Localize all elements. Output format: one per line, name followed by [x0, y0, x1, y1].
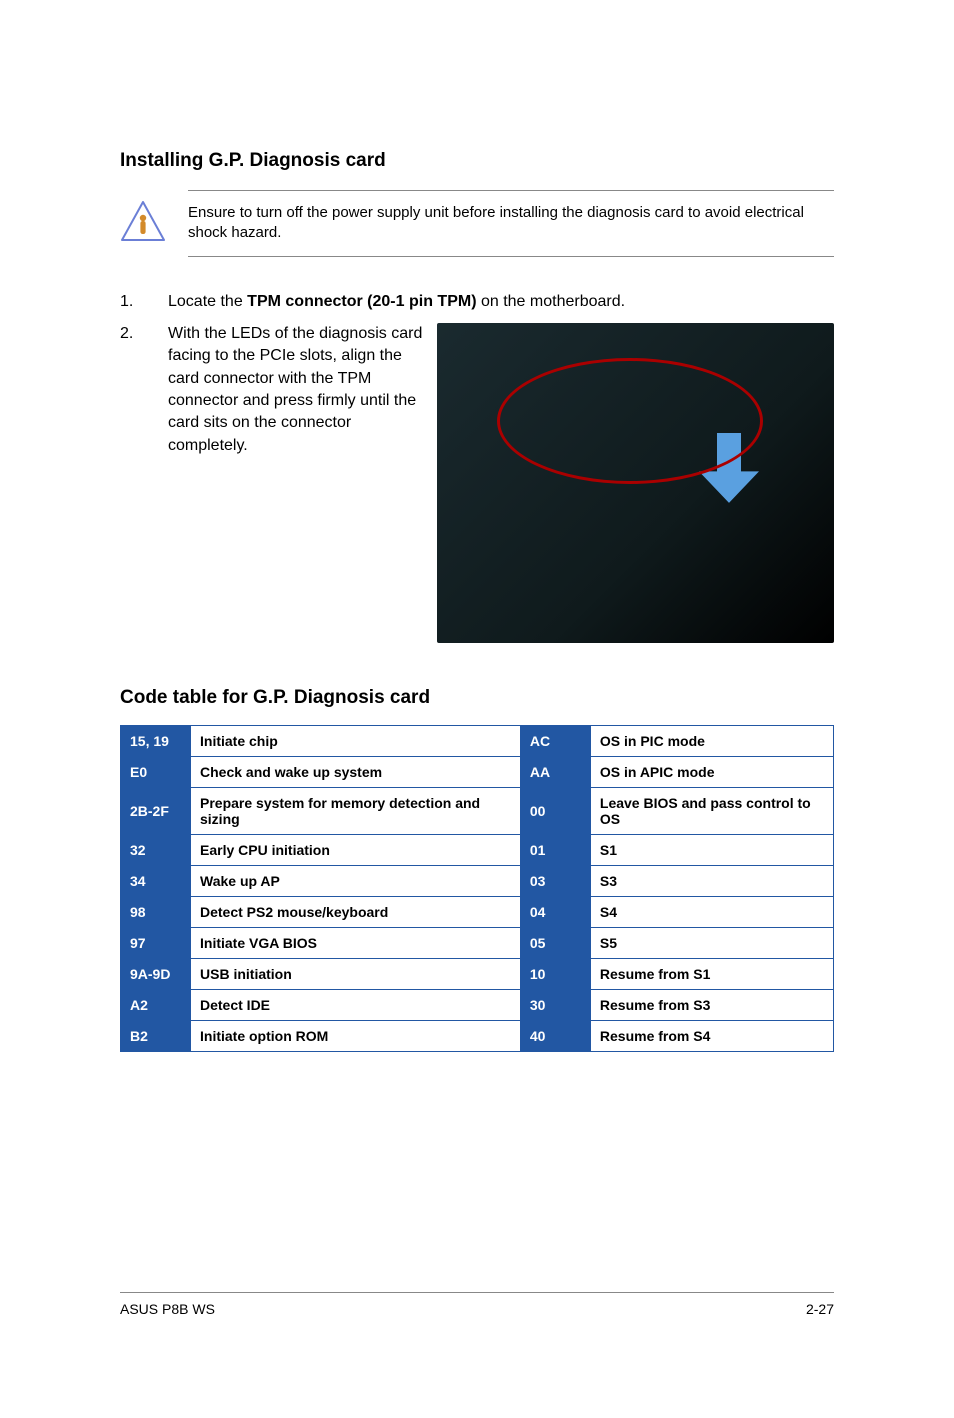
- warning-text: Ensure to turn off the power supply unit…: [188, 190, 834, 257]
- code-right: 05: [520, 927, 590, 958]
- desc-right: OS in PIC mode: [590, 725, 833, 756]
- step1-post: on the motherboard.: [477, 293, 626, 310]
- warning-icon: [120, 200, 166, 247]
- desc-left: Check and wake up system: [191, 756, 521, 787]
- install-arrow-icon: [699, 433, 759, 503]
- desc-left: USB initiation: [191, 958, 521, 989]
- step1-connector-name: TPM connector (20-1 pin TPM): [247, 293, 476, 310]
- code-left: E0: [121, 756, 191, 787]
- step-1: Locate the TPM connector (20-1 pin TPM) …: [120, 291, 834, 313]
- desc-left: Initiate chip: [191, 725, 521, 756]
- code-right: 30: [520, 989, 590, 1020]
- table-row: 98Detect PS2 mouse/keyboard04S4: [121, 896, 834, 927]
- desc-left: Early CPU initiation: [191, 834, 521, 865]
- code-left: 9A-9D: [121, 958, 191, 989]
- desc-right: S4: [590, 896, 833, 927]
- desc-left: Prepare system for memory detection and …: [191, 787, 521, 834]
- code-right: 01: [520, 834, 590, 865]
- table-row: 32Early CPU initiation01S1: [121, 834, 834, 865]
- desc-left: Initiate VGA BIOS: [191, 927, 521, 958]
- code-left: B2: [121, 1020, 191, 1051]
- code-left: A2: [121, 989, 191, 1020]
- code-right: AC: [520, 725, 590, 756]
- code-left: 98: [121, 896, 191, 927]
- motherboard-photo: [437, 323, 834, 643]
- desc-left: Initiate option ROM: [191, 1020, 521, 1051]
- code-table-heading: Code table for G.P. Diagnosis card: [120, 687, 834, 709]
- table-row: 9A-9DUSB initiation10Resume from S1: [121, 958, 834, 989]
- desc-left: Detect IDE: [191, 989, 521, 1020]
- desc-right: Resume from S3: [590, 989, 833, 1020]
- desc-right: S1: [590, 834, 833, 865]
- code-right: AA: [520, 756, 590, 787]
- desc-right: Resume from S1: [590, 958, 833, 989]
- warning-note: Ensure to turn off the power supply unit…: [120, 190, 834, 257]
- code-left: 2B-2F: [121, 787, 191, 834]
- step-2: With the LEDs of the diagnosis card faci…: [120, 323, 834, 643]
- table-row: E0Check and wake up systemAAOS in APIC m…: [121, 756, 834, 787]
- code-right: 00: [520, 787, 590, 834]
- code-left: 32: [121, 834, 191, 865]
- desc-right: OS in APIC mode: [590, 756, 833, 787]
- table-row: 34Wake up AP03S3: [121, 865, 834, 896]
- table-row: B2Initiate option ROM40Resume from S4: [121, 1020, 834, 1051]
- table-row: A2Detect IDE30Resume from S3: [121, 989, 834, 1020]
- diagnosis-code-table: 15, 19Initiate chipACOS in PIC modeE0Che…: [120, 725, 834, 1052]
- desc-left: Detect PS2 mouse/keyboard: [191, 896, 521, 927]
- footer-page-number: 2-27: [806, 1301, 834, 1317]
- desc-right: S3: [590, 865, 833, 896]
- page-footer: ASUS P8B WS 2-27: [120, 1292, 834, 1317]
- code-left: 97: [121, 927, 191, 958]
- step2-text: With the LEDs of the diagnosis card faci…: [168, 323, 423, 457]
- step1-pre: Locate the: [168, 293, 247, 310]
- code-right: 10: [520, 958, 590, 989]
- install-steps-list: Locate the TPM connector (20-1 pin TPM) …: [120, 291, 834, 643]
- install-heading: Installing G.P. Diagnosis card: [120, 150, 834, 172]
- table-row: 97Initiate VGA BIOS05S5: [121, 927, 834, 958]
- code-left: 34: [121, 865, 191, 896]
- code-right: 03: [520, 865, 590, 896]
- footer-product: ASUS P8B WS: [120, 1301, 215, 1317]
- code-right: 40: [520, 1020, 590, 1051]
- desc-right: Leave BIOS and pass control to OS: [590, 787, 833, 834]
- desc-right: S5: [590, 927, 833, 958]
- desc-right: Resume from S4: [590, 1020, 833, 1051]
- desc-left: Wake up AP: [191, 865, 521, 896]
- table-row: 2B-2FPrepare system for memory detection…: [121, 787, 834, 834]
- table-row: 15, 19Initiate chipACOS in PIC mode: [121, 725, 834, 756]
- code-right: 04: [520, 896, 590, 927]
- code-left: 15, 19: [121, 725, 191, 756]
